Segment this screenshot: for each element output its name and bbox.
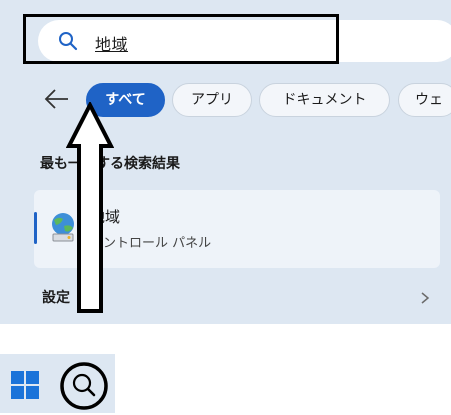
selection-indicator (34, 212, 37, 244)
filter-tab-documents[interactable]: ドキュメント (259, 83, 390, 117)
filter-tab-label: ドキュメント (282, 92, 367, 108)
taskbar-search-icon[interactable] (59, 361, 109, 415)
filter-tab-label: アプリ (191, 92, 233, 108)
windows-logo-icon[interactable] (11, 371, 39, 403)
filter-tab-label: ウェ (415, 92, 443, 108)
filter-tab-apps[interactable]: アプリ (172, 83, 252, 117)
annotation-highlight-box (23, 14, 339, 64)
filter-tab-web[interactable]: ウェ (398, 83, 451, 117)
chevron-right-icon (420, 290, 430, 309)
annotation-up-arrow (65, 100, 115, 318)
